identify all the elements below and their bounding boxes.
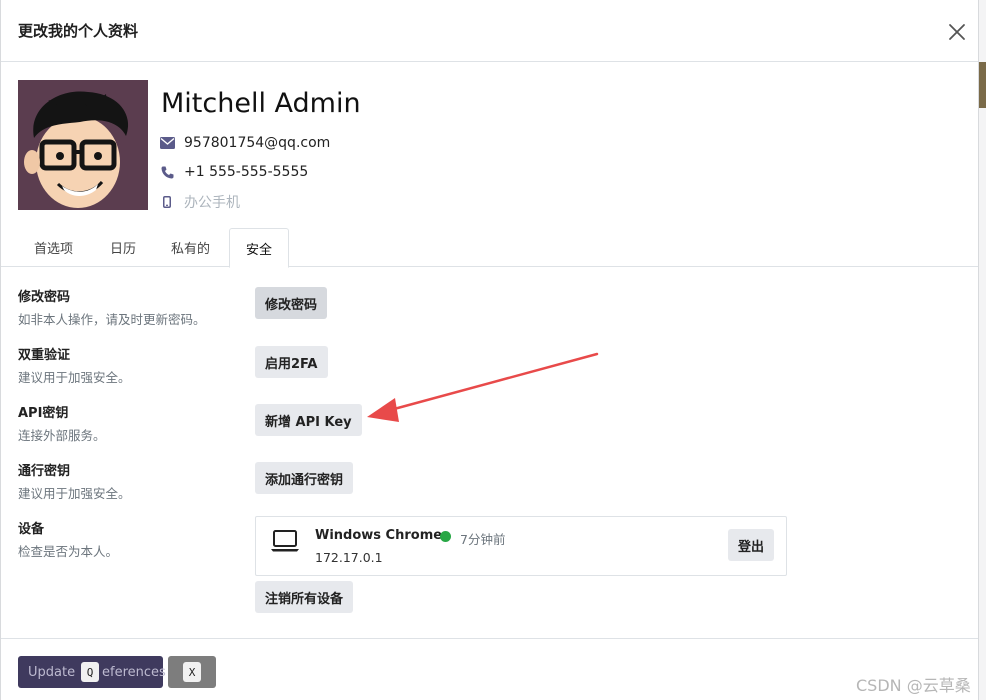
mobile-icon <box>159 194 175 210</box>
online-status-indicator <box>440 531 451 542</box>
tab-private[interactable]: 私有的 <box>155 228 226 267</box>
setting-title: API密钥 <box>18 406 69 421</box>
profile-dialog: 更改我的个人资料 Mitchell Admin 957801754@qq.com… <box>0 0 979 700</box>
envelope-icon <box>159 135 175 151</box>
discard-button[interactable]: X <box>168 656 216 688</box>
dialog-footer: Update Q eferences X <box>1 638 978 700</box>
profile-tabs: 首选项 日历 私有的 安全 <box>1 228 978 268</box>
button-label-right: eferences <box>102 664 166 680</box>
logout-device-button[interactable]: 登出 <box>728 529 775 561</box>
hotkey-badge: Q <box>81 662 99 682</box>
device-card: Windows Chrome 7分钟前 172.17.0.1 登出 <box>255 516 787 576</box>
twofa-setting: 双重验证 建议用于加强安全。 <box>18 344 131 386</box>
dialog-header: 更改我的个人资料 <box>1 0 978 62</box>
setting-title: 修改密码 <box>18 290 71 305</box>
tab-security[interactable]: 安全 <box>229 228 290 268</box>
setting-desc: 建议用于加强安全。 <box>18 486 131 501</box>
change-password-button[interactable]: 修改密码 <box>255 287 328 319</box>
phone-row: +1 555-555-5555 <box>159 164 308 180</box>
button-label-left: Update <box>28 664 76 680</box>
mobile-input[interactable]: 办公手机 <box>184 192 240 212</box>
enable-2fa-button[interactable]: 启用2FA <box>255 346 328 378</box>
device-last-active: 7分钟前 <box>460 532 506 547</box>
password-setting: 修改密码 如非本人操作，请及时更新密码。 <box>18 286 206 328</box>
user-name: Mitchell Admin <box>161 88 361 119</box>
dialog-title: 更改我的个人资料 <box>18 22 139 40</box>
laptop-icon <box>271 530 299 552</box>
setting-desc: 连接外部服务。 <box>18 428 106 443</box>
device-name: Windows Chrome <box>315 528 443 543</box>
setting-title: 双重验证 <box>18 348 71 363</box>
tab-preferences[interactable]: 首选项 <box>18 228 89 267</box>
passkey-setting: 通行密钥 建议用于加强安全。 <box>18 460 131 502</box>
hotkey-badge: X <box>183 662 201 682</box>
watermark: CSDN @云草桑 <box>856 676 971 695</box>
device-ip: 172.17.0.1 <box>315 550 383 565</box>
email-row: 957801754@qq.com <box>159 135 330 151</box>
phone-icon <box>159 164 175 180</box>
email-text[interactable]: 957801754@qq.com <box>184 135 330 151</box>
add-passkey-button[interactable]: 添加通行密钥 <box>255 462 354 494</box>
setting-desc: 如非本人操作，请及时更新密码。 <box>18 312 206 327</box>
mobile-row: 办公手机 <box>159 192 240 212</box>
tab-calendar[interactable]: 日历 <box>94 228 152 267</box>
new-api-key-button[interactable]: 新增 API Key <box>255 404 362 436</box>
phone-text[interactable]: +1 555-555-5555 <box>184 164 308 180</box>
profile-summary: Mitchell Admin 957801754@qq.com +1 555-5… <box>18 80 618 212</box>
setting-title: 通行密钥 <box>18 464 71 479</box>
close-icon <box>949 24 965 40</box>
setting-desc: 建议用于加强安全。 <box>18 370 131 385</box>
api-key-setting: API密钥 连接外部服务。 <box>18 402 106 444</box>
revoke-all-devices-button[interactable]: 注销所有设备 <box>255 581 354 613</box>
close-button[interactable] <box>945 20 969 44</box>
backdrop-accent <box>978 62 986 108</box>
annotation-arrow <box>367 352 599 422</box>
setting-desc: 检查是否为本人。 <box>18 544 119 559</box>
avatar[interactable] <box>18 80 148 210</box>
setting-title: 设备 <box>18 522 45 537</box>
update-preferences-button[interactable]: Update Q eferences <box>18 656 166 688</box>
devices-setting: 设备 检查是否为本人。 <box>18 518 118 560</box>
